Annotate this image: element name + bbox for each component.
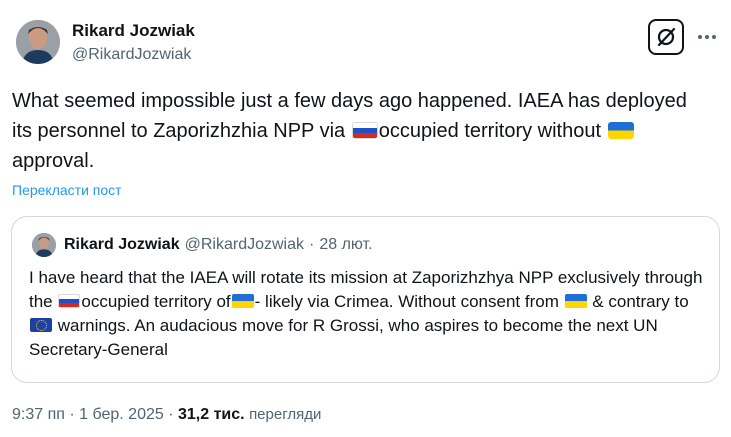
flag-ukraine-icon — [564, 294, 587, 308]
flag-ukraine-icon — [231, 294, 254, 308]
more-options-button[interactable] — [694, 26, 720, 48]
meta-separator: · — [69, 406, 75, 423]
quoted-author-avatar — [32, 233, 56, 257]
flag-russia-icon — [58, 294, 81, 308]
grok-button[interactable] — [648, 19, 684, 55]
author-name[interactable]: Rikard Jozwiak — [72, 20, 195, 42]
flag-eu-icon — [30, 318, 52, 332]
translate-post-link[interactable]: Перекласти пост — [12, 181, 122, 199]
quoted-author-name: Rikard Jozwiak — [64, 236, 180, 253]
quoted-separator: · — [309, 236, 315, 253]
author-info: Rikard Jozwiak @RikardJozwiak — [72, 20, 195, 66]
quoted-text-part: - likely via Crimea. Without consent fro… — [254, 292, 564, 311]
quoted-text-part: occupied territory of — [81, 292, 231, 311]
meta-separator: · — [168, 406, 174, 423]
quoted-text-part: & contrary to — [587, 292, 689, 311]
quoted-tweet[interactable]: Rikard Jozwiak @RikardJozwiak · 28 лют. … — [11, 216, 720, 383]
author-handle[interactable]: @RikardJozwiak — [72, 44, 195, 66]
author-avatar[interactable] — [16, 20, 60, 64]
quoted-text-part: warnings. An audacious move for R Grossi… — [29, 316, 658, 359]
quoted-tweet-header: Rikard Jozwiak @RikardJozwiak · 28 лют. — [32, 233, 373, 257]
grok-icon — [657, 27, 676, 47]
tweet-date[interactable]: 1 бер. 2025 — [79, 406, 164, 423]
tweet-time[interactable]: 9:37 пп — [12, 406, 65, 423]
more-horizontal-icon — [698, 35, 716, 39]
tweet-text-part: approval. — [12, 150, 95, 172]
quoted-tweet-text: I have heard that the IAEA will rotate i… — [29, 266, 709, 362]
quoted-author-handle: @RikardJozwiak — [184, 236, 304, 253]
tweet-text: What seemed impossible just a few days a… — [12, 86, 712, 176]
quoted-date: 28 лют. — [319, 236, 373, 253]
tweet-meta: 9:37 пп · 1 бер. 2025 · 31,2 тис. перегл… — [12, 405, 321, 425]
flag-ukraine-icon — [607, 122, 634, 139]
views-label: перегляди — [249, 406, 322, 423]
flag-russia-icon — [351, 122, 378, 139]
views-count: 31,2 тис. — [178, 406, 245, 423]
tweet-text-part: occupied territory without — [378, 120, 607, 142]
